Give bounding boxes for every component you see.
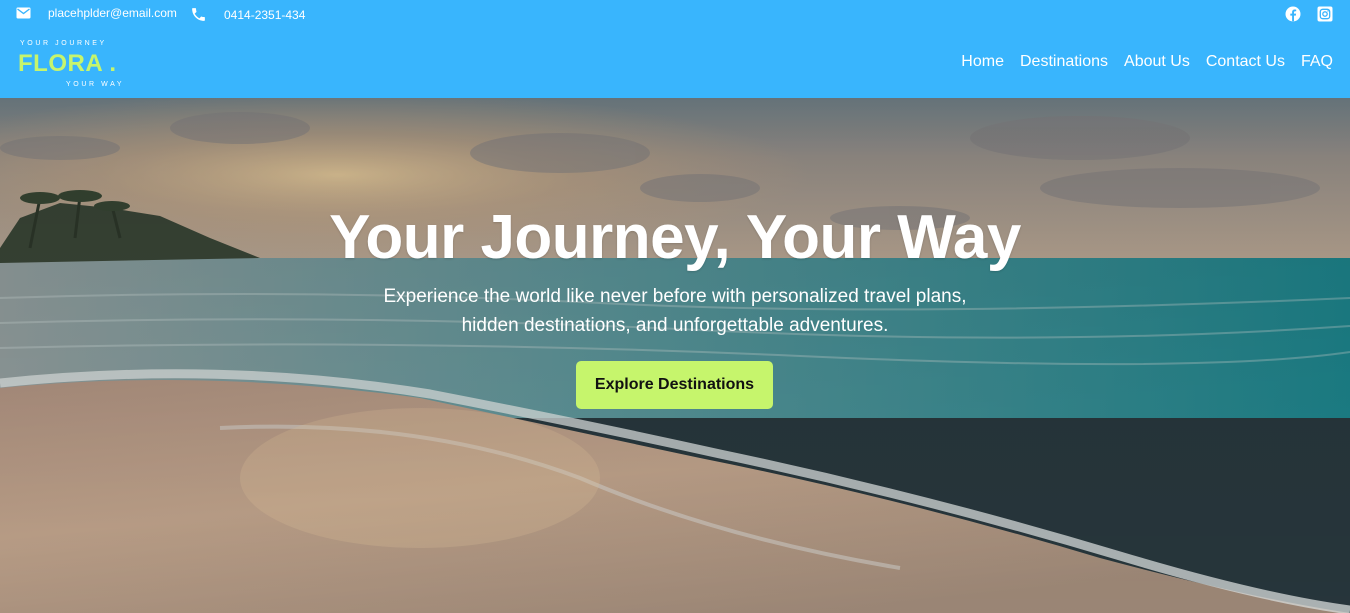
facebook-icon[interactable] [1285, 6, 1301, 22]
nav-home[interactable]: Home [961, 53, 1004, 71]
site-logo[interactable]: YOUR JOURNEY FLORA . YOUR WAY [18, 38, 138, 92]
contact-phone[interactable]: 0414-2351-434 [190, 6, 305, 23]
site-header: placehplder@email.com 0414-2351-434 YOUR… [0, 0, 1350, 98]
contact-email[interactable]: placehplder@email.com [16, 6, 177, 20]
hero-beach-background [0, 98, 1350, 613]
nav-about-us[interactable]: About Us [1124, 53, 1190, 71]
phone-icon [192, 8, 205, 21]
main-nav: Home Destinations About Us Contact Us FA… [961, 53, 1333, 71]
explore-destinations-button[interactable]: Explore Destinations [576, 361, 773, 409]
instagram-icon[interactable] [1317, 6, 1333, 22]
logo-tagline-top: YOUR JOURNEY [20, 40, 107, 47]
logo-tagline-bottom: YOUR WAY [66, 81, 125, 88]
hero-title: Your Journey, Your Way [329, 203, 1021, 272]
hero-subtitle-line-2: hidden destinations, and unforgettable a… [461, 315, 889, 336]
mail-icon [16, 7, 31, 19]
email-text[interactable]: placehplder@email.com [48, 6, 177, 20]
hero-section: Your Journey, Your Way Experience the wo… [0, 98, 1350, 613]
logo-brand-name: FLORA . [18, 50, 117, 77]
nav-contact-us[interactable]: Contact Us [1206, 53, 1285, 71]
nav-destinations[interactable]: Destinations [1020, 53, 1108, 71]
contact-topbar: placehplder@email.com 0414-2351-434 [0, 0, 1350, 30]
nav-faq[interactable]: FAQ [1301, 53, 1333, 71]
phone-text[interactable]: 0414-2351-434 [224, 8, 305, 22]
hero-subtitle: Experience the world like never before w… [325, 282, 1025, 340]
hero-subtitle-line-1: Experience the world like never before w… [383, 286, 967, 307]
